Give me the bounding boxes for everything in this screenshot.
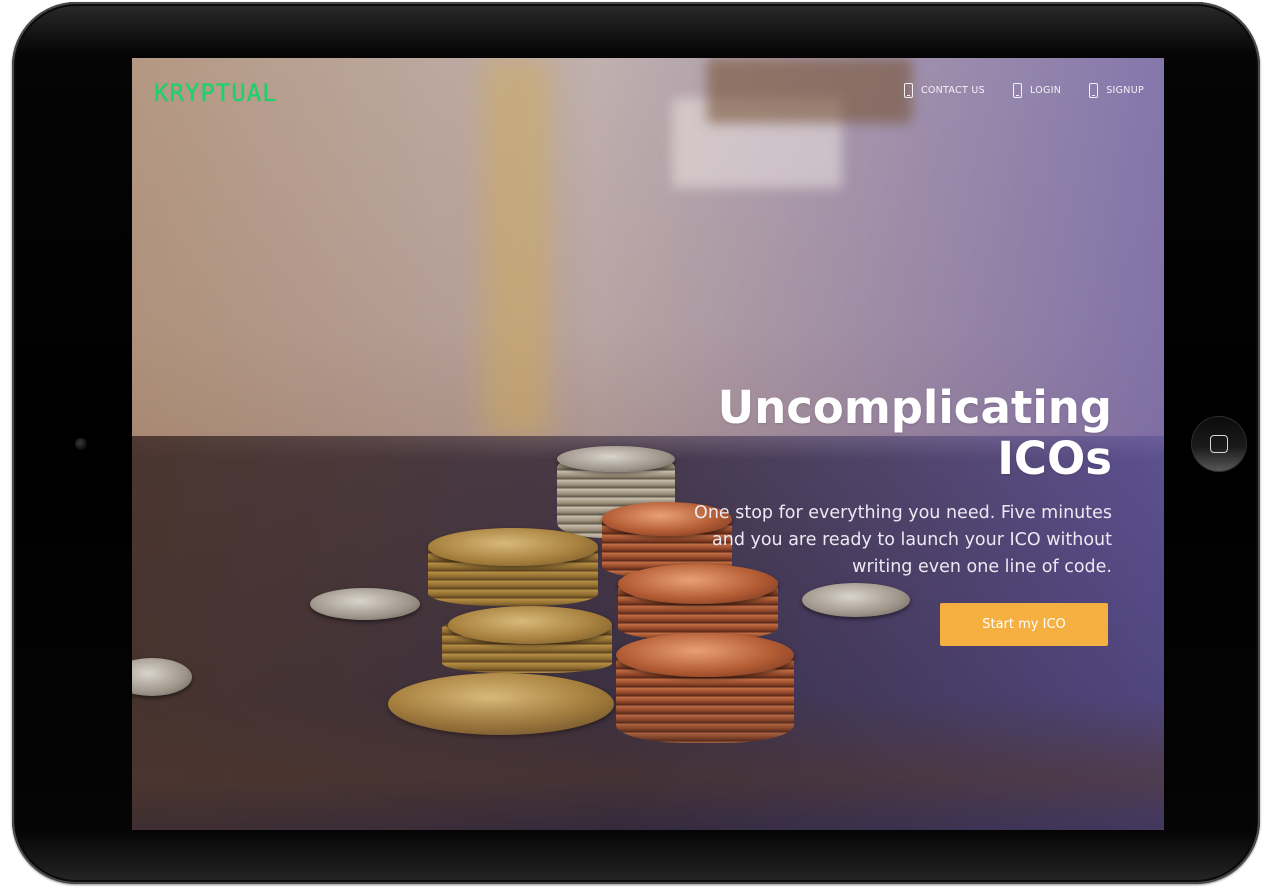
start-my-ico-button[interactable]: Start my ICO [940, 603, 1108, 646]
foreground-blur [132, 698, 1164, 830]
top-nav: CONTACT US LOGIN SIGNUP [903, 83, 1144, 98]
background-curtain [482, 58, 552, 438]
front-camera-icon [75, 438, 87, 450]
coin [802, 583, 910, 617]
hero: Uncomplicating ICOs One stop for everyth… [694, 382, 1112, 581]
background-frame [707, 58, 912, 123]
nav-signup[interactable]: SIGNUP [1089, 83, 1144, 98]
brand-logo[interactable]: KRYPTUAL [154, 79, 278, 107]
home-button[interactable] [1191, 416, 1247, 472]
nav-signup-label: SIGNUP [1106, 85, 1144, 96]
coin [428, 528, 598, 566]
nav-contact-us[interactable]: CONTACT US [903, 83, 985, 98]
nav-login-label: LOGIN [1030, 85, 1062, 96]
nav-login[interactable]: LOGIN [1013, 83, 1061, 98]
tablet-frame: KRYPTUAL CONTACT US LOGIN SIGNUP Uncompl… [12, 2, 1260, 884]
coin [448, 606, 612, 644]
coin [557, 446, 675, 472]
coin [616, 633, 794, 677]
screen: KRYPTUAL CONTACT US LOGIN SIGNUP Uncompl… [132, 58, 1164, 830]
nav-contact-us-label: CONTACT US [920, 85, 985, 96]
home-button-icon [1210, 435, 1228, 453]
phone-icon [903, 83, 913, 98]
hero-title: Uncomplicating ICOs [717, 381, 1112, 485]
phone-icon [1089, 83, 1099, 98]
hero-subtitle: One stop for everything you need. Five m… [694, 503, 1112, 577]
coin [310, 588, 420, 620]
phone-icon [1013, 83, 1022, 98]
